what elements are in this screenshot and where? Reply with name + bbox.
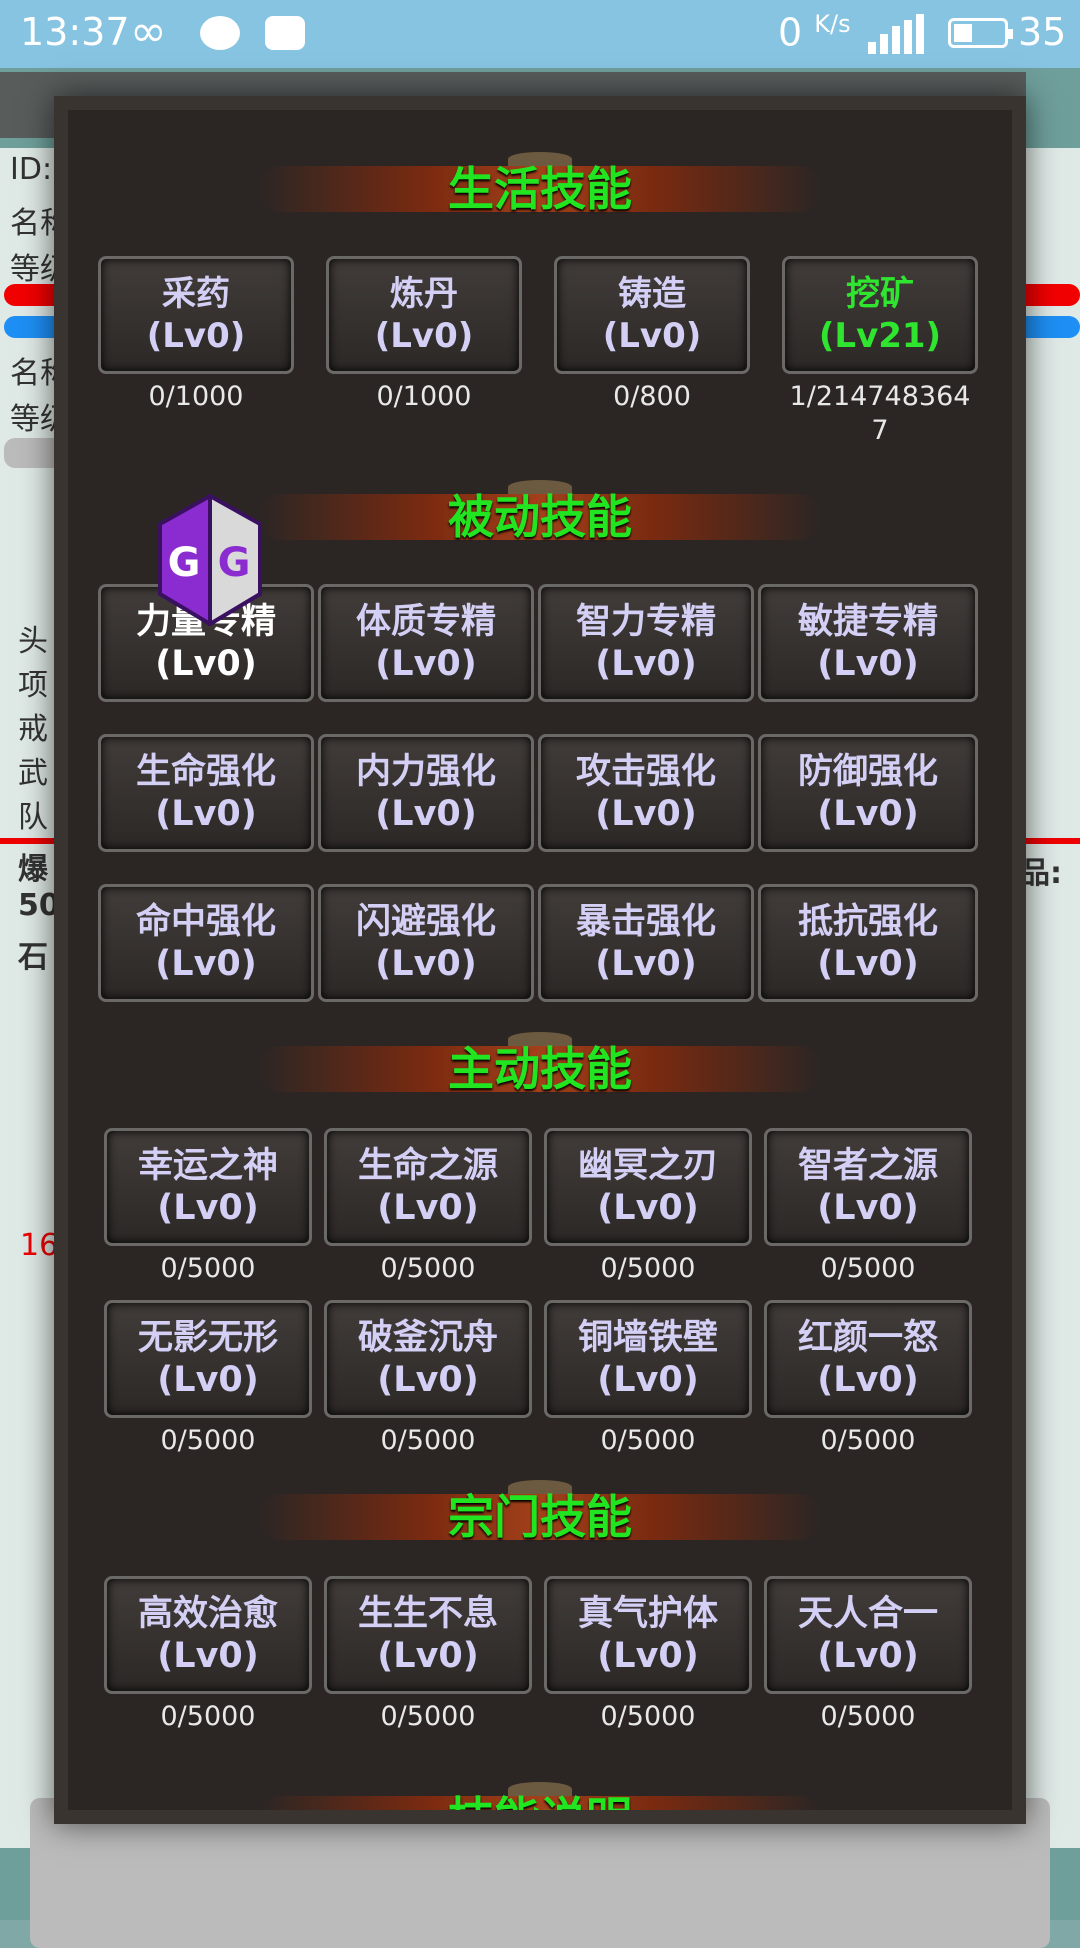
bg-red-number: 16 (20, 1228, 59, 1263)
skill-progress-shengming-zhiyuan: 0/5000 (380, 1253, 476, 1284)
skill-button-caiyao[interactable]: 采药 (Lv0) (98, 256, 294, 374)
skill-progress-tongqiang: 0/5000 (600, 1425, 696, 1456)
gameguardian-floating-icon[interactable]: G G (154, 494, 266, 626)
skill-button-shengsheng[interactable]: 生生不息 (Lv0) (324, 1576, 532, 1694)
skill-button-minjie[interactable]: 敏捷专精 (Lv0) (758, 584, 978, 702)
skill-progress-caiyao: 0/1000 (148, 381, 244, 412)
skill-button-baoji-qianghua[interactable]: 暴击强化 (Lv0) (538, 884, 754, 1002)
skill-button-neili-qianghua[interactable]: 内力强化 (Lv0) (318, 734, 534, 852)
image-icon (265, 16, 305, 50)
status-bar: 13:37 ∞ 0 K/s 35 (0, 0, 1080, 68)
skill-button-shanbi-qianghua[interactable]: 闪避强化 (Lv0) (318, 884, 534, 1002)
network-speed-unit: K/s (814, 10, 851, 38)
skill-progress-tianren: 0/5000 (820, 1701, 916, 1732)
skill-button-mingzhong-qianghua[interactable]: 命中强化 (Lv0) (98, 884, 314, 1002)
skill-button-shengming-zhiyuan[interactable]: 生命之源 (Lv0) (324, 1128, 532, 1246)
bg-side-weapon: 武 (18, 756, 48, 791)
skill-button-shengming-qianghua[interactable]: 生命强化 (Lv0) (98, 734, 314, 852)
skill-progress-wakuang: 1/214748364 7 (789, 381, 971, 446)
signal-icon (868, 14, 924, 54)
gg-label-right: G (218, 540, 251, 586)
network-speed: 0 K/s (778, 10, 851, 55)
bg-side-team: 队 (18, 800, 48, 835)
skill-progress-hongyan: 0/5000 (820, 1425, 916, 1456)
bg-side-head: 头 (18, 624, 48, 659)
skill-progress-zhenqi: 0/5000 (600, 1701, 696, 1732)
bg-bold-3: 石 (18, 940, 48, 975)
dialog-body: 生活技能 采药 (Lv0) 0/1000 炼丹 (Lv0) 0/1000 铸造 (Lv… (68, 110, 1012, 1810)
network-speed-value: 0 (778, 10, 803, 55)
skill-button-gongji-qianghua[interactable]: 攻击强化 (Lv0) (538, 734, 754, 852)
battery-level: 35 (1018, 10, 1067, 54)
bg-side-neck: 项 (18, 668, 48, 703)
skill-button-tianren[interactable]: 天人合一 (Lv0) (764, 1576, 972, 1694)
skill-button-tizhi[interactable]: 体质专精 (Lv0) (318, 584, 534, 702)
infinity-icon: ∞ (130, 6, 167, 57)
skill-button-liandan[interactable]: 炼丹 (Lv0) (326, 256, 522, 374)
clock: 13:37 (20, 10, 130, 54)
skill-button-pofu[interactable]: 破釜沉舟 (Lv0) (324, 1300, 532, 1418)
gg-label-left: G (168, 540, 201, 586)
skill-button-xingyun[interactable]: 幸运之神 (Lv0) (104, 1128, 312, 1246)
skill-progress-shengsheng: 0/5000 (380, 1701, 476, 1732)
section-title-description: 技能说明 (68, 1774, 1012, 1810)
skill-button-wakuang[interactable]: 挖矿 (Lv21) (782, 256, 978, 374)
skill-progress-liandan: 0/1000 (376, 381, 472, 412)
section-title-sect: 宗门技能 (68, 1472, 1012, 1562)
skill-button-zhenqi[interactable]: 真气护体 (Lv0) (544, 1576, 752, 1694)
skill-button-fangyu-qianghua[interactable]: 防御强化 (Lv0) (758, 734, 978, 852)
skill-button-youming[interactable]: 幽冥之刃 (Lv0) (544, 1128, 752, 1246)
skill-button-dikang-qianghua[interactable]: 抵抗强化 (Lv0) (758, 884, 978, 1002)
skill-button-tongqiang[interactable]: 铜墙铁壁 (Lv0) (544, 1300, 752, 1418)
skill-progress-youming: 0/5000 (600, 1253, 696, 1284)
skill-progress-zhuzao: 0/800 (613, 381, 691, 412)
skill-progress-wuying: 0/5000 (160, 1425, 256, 1456)
skill-progress-zhizhe: 0/5000 (820, 1253, 916, 1284)
battery-icon (948, 18, 1013, 48)
skill-button-gaoxiao[interactable]: 高效治愈 (Lv0) (104, 1576, 312, 1694)
skill-progress-xingyun: 0/5000 (160, 1253, 256, 1284)
section-title-active: 主动技能 (68, 1024, 1012, 1114)
skill-progress-gaoxiao: 0/5000 (160, 1701, 256, 1732)
chat-bubble-icon (200, 16, 240, 50)
section-title-life: 生活技能 (68, 144, 1012, 234)
skill-progress-pofu: 0/5000 (380, 1425, 476, 1456)
bg-side-ring: 戒 (18, 712, 48, 747)
skills-dialog: 生活技能 采药 (Lv0) 0/1000 炼丹 (Lv0) 0/1000 铸造 (Lv… (54, 96, 1026, 1824)
skill-button-zhuzao[interactable]: 铸造 (Lv0) (554, 256, 750, 374)
skill-button-hongyan[interactable]: 红颜一怒 (Lv0) (764, 1300, 972, 1418)
skill-button-zhili[interactable]: 智力专精 (Lv0) (538, 584, 754, 702)
skill-button-zhizhe[interactable]: 智者之源 (Lv0) (764, 1128, 972, 1246)
bg-bold-1: 爆 (18, 852, 48, 887)
skill-button-wuying[interactable]: 无影无形 (Lv0) (104, 1300, 312, 1418)
bg-right-label: 品: (1020, 856, 1062, 891)
